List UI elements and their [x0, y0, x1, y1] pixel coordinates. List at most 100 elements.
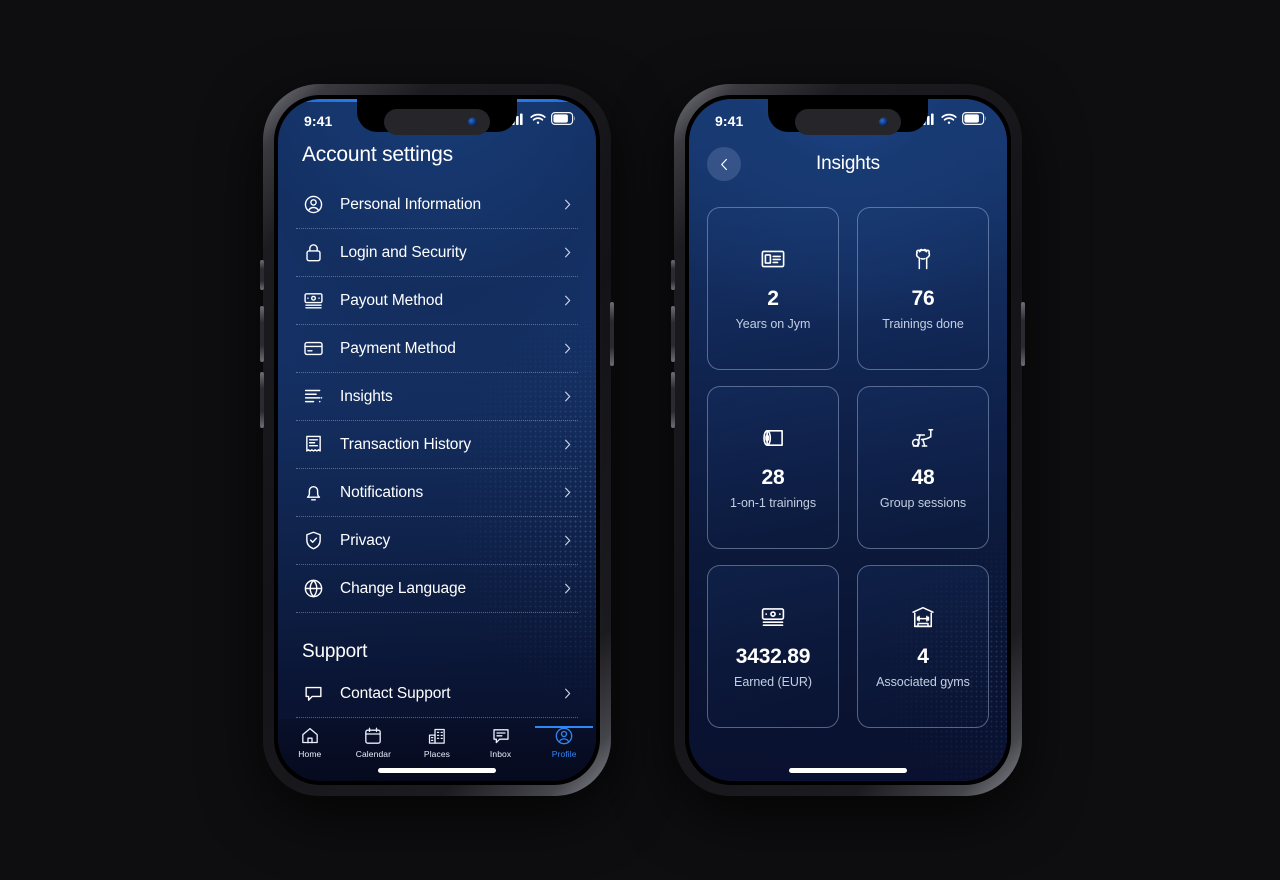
settings-row-notifications[interactable]: Notifications: [296, 469, 578, 517]
stat-card-one-on-one-trainings[interactable]: 28 1-on-1 trainings: [707, 386, 839, 549]
silent-switch[interactable]: [260, 260, 264, 290]
insights-nav-bar: Insights: [707, 147, 989, 181]
chevron-right-icon: [561, 534, 574, 547]
settings-row-privacy[interactable]: Privacy: [296, 517, 578, 565]
front-camera-icon: [879, 117, 888, 127]
user-circle-icon: [554, 726, 574, 746]
active-tab-indicator: [535, 726, 594, 728]
settings-list: Personal Information Login and Security …: [296, 181, 578, 613]
power-button[interactable]: [1021, 302, 1025, 366]
silent-switch[interactable]: [671, 260, 675, 290]
chat-bubble-icon: [302, 682, 325, 705]
settings-row-label: Privacy: [340, 531, 391, 549]
chevron-right-icon: [561, 486, 574, 499]
status-time: 9:41: [715, 113, 744, 129]
chevron-right-icon: [561, 198, 574, 211]
volume-down-button[interactable]: [671, 372, 675, 428]
dynamic-island-right: [795, 109, 901, 135]
receipt-icon: [302, 433, 325, 456]
tab-profile[interactable]: Profile: [535, 726, 594, 759]
chevron-right-icon: [561, 687, 574, 700]
stat-card-group-sessions[interactable]: 48 Group sessions: [857, 386, 989, 549]
chevron-right-icon: [561, 582, 574, 595]
home-indicator[interactable]: [789, 768, 907, 773]
power-button[interactable]: [610, 302, 614, 366]
settings-row-contact-support[interactable]: Contact Support: [296, 670, 578, 718]
tab-label: Inbox: [489, 749, 512, 759]
insights-content: Insights 2 Years on Jym 76 Trainings don…: [689, 99, 1007, 781]
settings-row-login-and-security[interactable]: Login and Security: [296, 229, 578, 277]
calendar-icon: [363, 726, 383, 746]
tab-inbox[interactable]: Inbox: [472, 726, 530, 759]
stat-value: 3432.89: [735, 645, 811, 668]
status-icons: [508, 112, 576, 130]
screen-account-settings: 9:41 Account settings Personal Informati…: [278, 99, 596, 781]
stat-card-earned[interactable]: 3432.89 Earned (EUR): [707, 565, 839, 728]
battery-icon: [962, 112, 987, 130]
phone-device-left: 9:41 Account settings Personal Informati…: [260, 84, 614, 796]
globe-icon: [302, 577, 325, 600]
tab-label: Calendar: [355, 749, 392, 759]
user-circle-icon: [302, 193, 325, 216]
chevron-right-icon: [561, 342, 574, 355]
stat-label: Group sessions: [879, 496, 967, 510]
dynamic-island-left: [384, 109, 490, 135]
exercise-bike-icon: [910, 425, 936, 451]
page-title: Account settings: [302, 143, 453, 166]
front-camera-icon: [468, 117, 477, 127]
id-card-icon: [760, 246, 786, 272]
tab-calendar[interactable]: Calendar: [344, 726, 402, 759]
stat-card-years-on-jym[interactable]: 2 Years on Jym: [707, 207, 839, 370]
settings-row-label: Insights: [340, 387, 393, 405]
settings-row-change-language[interactable]: Change Language: [296, 565, 578, 613]
settings-row-label: Payout Method: [340, 291, 443, 309]
volume-up-button[interactable]: [260, 306, 264, 362]
yoga-mat-icon: [760, 425, 786, 451]
phone-bezel-right: 9:41 Insights 2 Years on Jym 76 Training…: [685, 95, 1011, 785]
chevron-right-icon: [561, 246, 574, 259]
stat-label: Trainings done: [882, 317, 964, 331]
flexed-arms-icon: [910, 246, 936, 272]
wifi-icon: [530, 112, 546, 130]
volume-down-button[interactable]: [260, 372, 264, 428]
banknote-icon: [302, 289, 325, 312]
settings-row-label: Change Language: [340, 579, 467, 597]
settings-row-label: Payment Method: [340, 339, 456, 357]
settings-row-personal-information[interactable]: Personal Information: [296, 181, 578, 229]
stat-label: Earned (EUR): [734, 675, 812, 689]
settings-row-transaction-history[interactable]: Transaction History: [296, 421, 578, 469]
phone-bezel-left: 9:41 Account settings Personal Informati…: [274, 95, 600, 785]
chat-icon: [491, 726, 511, 746]
settings-row-payout-method[interactable]: Payout Method: [296, 277, 578, 325]
stat-label: Years on Jym: [735, 317, 811, 331]
stat-value: 48: [911, 466, 935, 489]
shield-check-icon: [302, 529, 325, 552]
page-title: Insights: [816, 153, 880, 174]
settings-row-label: Transaction History: [340, 435, 472, 453]
status-time: 9:41: [304, 113, 333, 129]
support-list: Contact Support: [296, 670, 578, 718]
settings-row-payment-method[interactable]: Payment Method: [296, 325, 578, 373]
chevron-right-icon: [561, 390, 574, 403]
tab-home[interactable]: Home: [281, 726, 339, 759]
volume-up-button[interactable]: [671, 306, 675, 362]
bell-icon: [302, 481, 325, 504]
status-icons: [919, 112, 987, 130]
screenshot-stage: 9:41 Account settings Personal Informati…: [0, 0, 1280, 880]
banknote-icon: [760, 604, 786, 630]
tab-label: Profile: [551, 749, 577, 759]
stat-label: 1-on-1 trainings: [729, 496, 817, 510]
settings-row-label: Contact Support: [340, 684, 451, 702]
settings-row-insights[interactable]: Insights: [296, 373, 578, 421]
stat-value: 4: [917, 645, 929, 668]
home-indicator[interactable]: [378, 768, 496, 773]
tab-label: Home: [298, 749, 322, 759]
credit-card-icon: [302, 337, 325, 360]
stat-value: 76: [911, 287, 935, 310]
account-settings-content: Account settings Personal Information Lo…: [278, 99, 596, 781]
gym-building-icon: [910, 604, 936, 630]
stat-card-associated-gyms[interactable]: 4 Associated gyms: [857, 565, 989, 728]
tab-places[interactable]: Places: [408, 726, 466, 759]
stat-card-trainings-done[interactable]: 76 Trainings done: [857, 207, 989, 370]
screen-insights: 9:41 Insights 2 Years on Jym 76 Training…: [689, 99, 1007, 781]
